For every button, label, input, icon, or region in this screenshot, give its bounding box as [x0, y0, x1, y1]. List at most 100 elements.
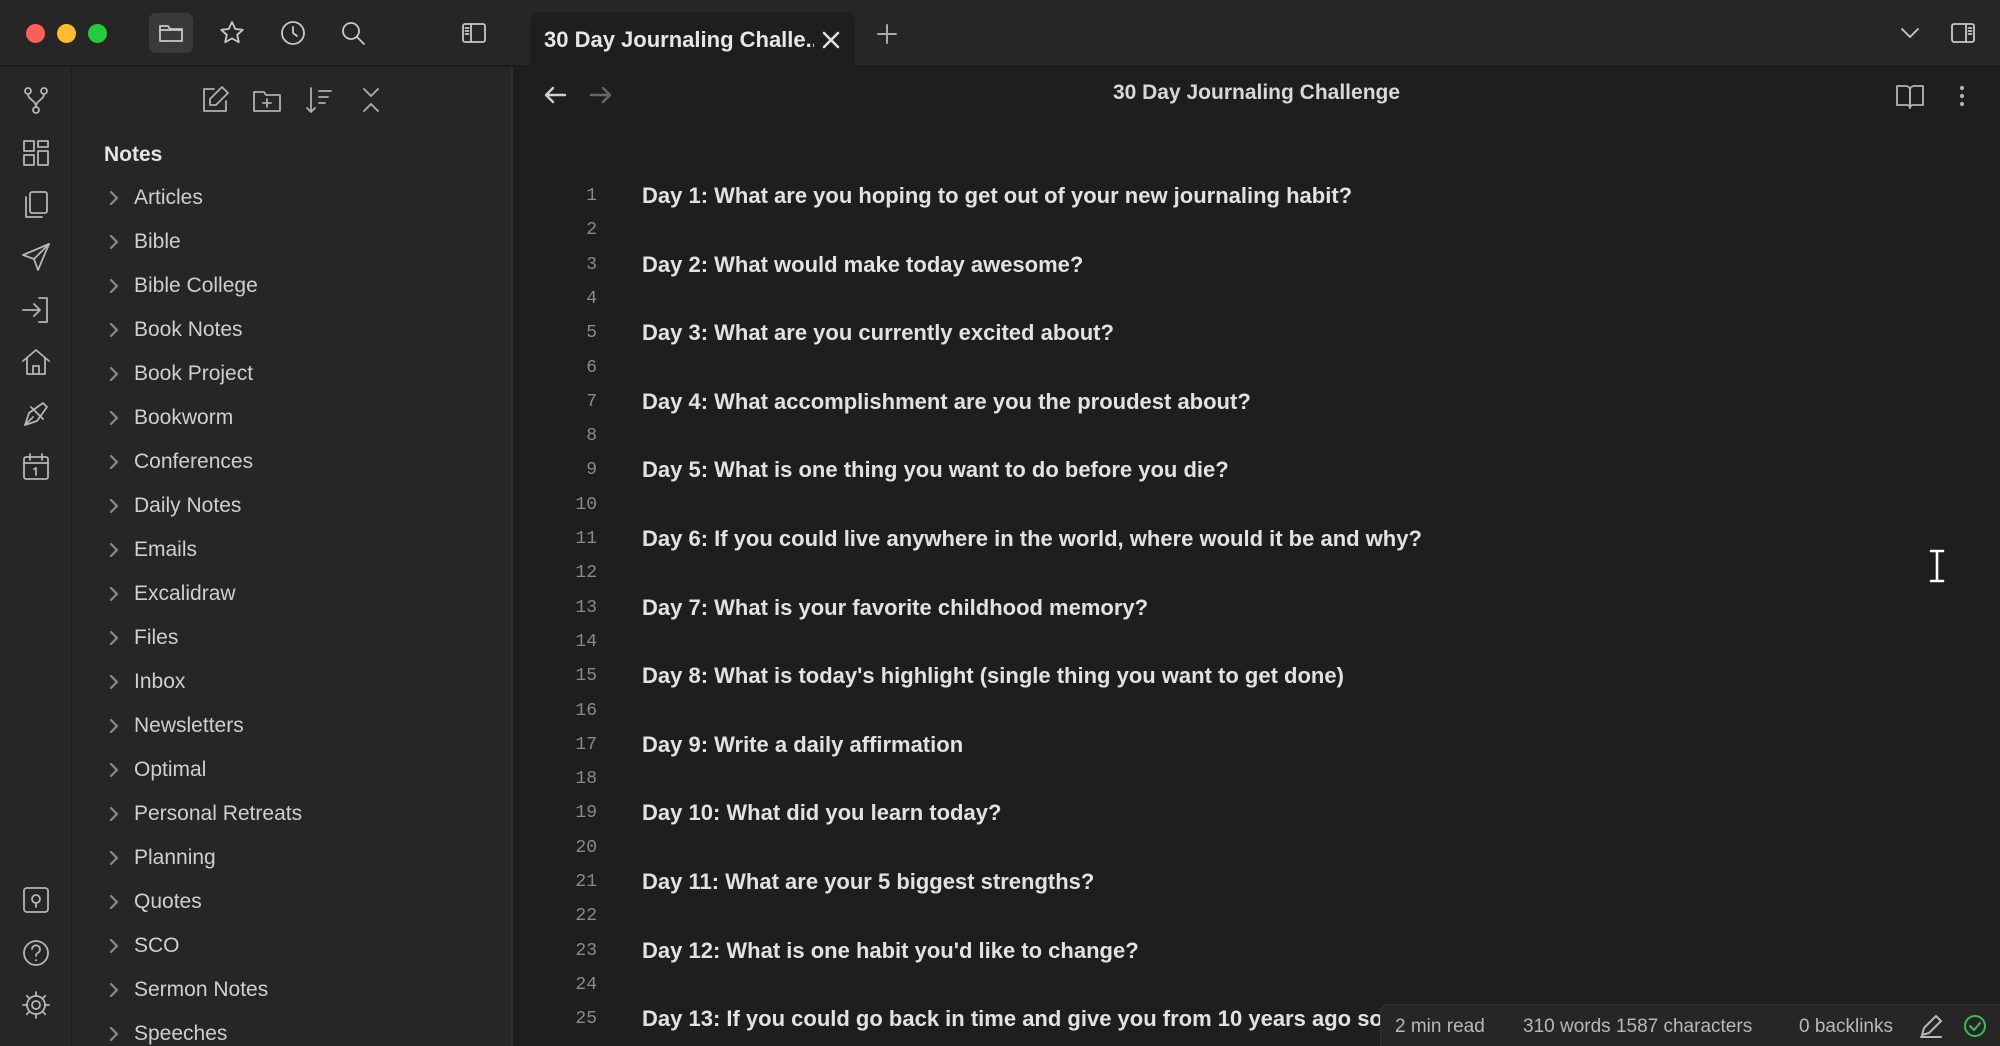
- editor-line[interactable]: 24: [513, 968, 2000, 1002]
- line-text[interactable]: Day 8: What is today's highlight (single…: [642, 663, 1344, 689]
- chevron-right-icon[interactable]: [106, 322, 122, 338]
- folder-item[interactable]: Sermon Notes: [106, 973, 268, 1007]
- chevron-right-icon[interactable]: [106, 542, 122, 558]
- folder-item[interactable]: Files: [106, 621, 178, 655]
- collapse-all-button[interactable]: [354, 83, 392, 121]
- folder-item[interactable]: Optimal: [106, 753, 206, 787]
- more-options-button[interactable]: [1945, 79, 1979, 113]
- new-tab-button[interactable]: [870, 17, 904, 51]
- chevron-right-icon[interactable]: [106, 454, 122, 470]
- chevron-right-icon[interactable]: [106, 498, 122, 514]
- folder-item[interactable]: Emails: [106, 533, 197, 567]
- chevron-right-icon[interactable]: [106, 938, 122, 954]
- folder-item[interactable]: Daily Notes: [106, 489, 241, 523]
- folder-item[interactable]: Conferences: [106, 445, 253, 479]
- tab-active-note[interactable]: 30 Day Journaling Challe...: [530, 12, 855, 67]
- chevron-right-icon[interactable]: [106, 190, 122, 206]
- editor-line[interactable]: 7 Day 4: What accomplishment are you the …: [513, 385, 2000, 419]
- folder-item[interactable]: Book Project: [106, 357, 253, 391]
- folder-item[interactable]: Newsletters: [106, 709, 244, 743]
- tab-list-button[interactable]: [1888, 13, 1932, 53]
- sync-status-button[interactable]: [1962, 1013, 1988, 1039]
- backlinks-count[interactable]: 0 backlinks: [1799, 1016, 1893, 1038]
- folder-item[interactable]: Bookworm: [106, 401, 233, 435]
- files-view-button[interactable]: [149, 13, 193, 53]
- sort-button[interactable]: [302, 83, 340, 121]
- editor-line[interactable]: 5 Day 3: What are you currently excited a…: [513, 316, 2000, 350]
- line-text[interactable]: Day 10: What did you learn today?: [642, 800, 1001, 826]
- editor-line[interactable]: 4: [513, 282, 2000, 316]
- chevron-right-icon[interactable]: [106, 410, 122, 426]
- line-text[interactable]: Day 4: What accomplishment are you the p…: [642, 389, 1251, 415]
- chevron-right-icon[interactable]: [106, 982, 122, 998]
- search-button[interactable]: [331, 13, 375, 53]
- folder-item[interactable]: Excalidraw: [106, 577, 236, 611]
- word-character-count[interactable]: 310 words 1587 characters: [1523, 1016, 1752, 1038]
- editor-line[interactable]: 17 Day 9: Write a daily affirmation: [513, 728, 2000, 762]
- settings-button[interactable]: [19, 988, 53, 1022]
- editor-line[interactable]: 3 Day 2: What would make today awesome?: [513, 248, 2000, 282]
- line-text[interactable]: Day 9: Write a daily affirmation: [642, 732, 963, 758]
- line-text[interactable]: Day 6: If you could live anywhere in the…: [642, 526, 1422, 552]
- editor-line[interactable]: 10: [513, 488, 2000, 522]
- folder-item[interactable]: SCO: [106, 929, 180, 963]
- line-text[interactable]: Day 13: If you could go back in time and…: [642, 1006, 1383, 1032]
- folder-item[interactable]: Book Notes: [106, 313, 243, 347]
- editor-line[interactable]: 1 Day 1: What are you hoping to get out o…: [513, 179, 2000, 213]
- line-text[interactable]: Day 1: What are you hoping to get out of…: [642, 183, 1352, 209]
- editor-line[interactable]: 18: [513, 762, 2000, 796]
- editor-line[interactable]: 23 Day 12: What is one habit you'd like t…: [513, 934, 2000, 968]
- publish-button[interactable]: [19, 240, 53, 274]
- editor-line[interactable]: 19 Day 10: What did you learn today?: [513, 796, 2000, 830]
- import-button[interactable]: [19, 293, 53, 327]
- folder-item[interactable]: Personal Retreats: [106, 797, 302, 831]
- folder-item[interactable]: Bible: [106, 225, 181, 259]
- editor-line[interactable]: 21 Day 11: What are your 5 biggest streng…: [513, 865, 2000, 899]
- line-text[interactable]: Day 3: What are you currently excited ab…: [642, 320, 1114, 346]
- vault-switcher-button[interactable]: [19, 883, 53, 917]
- templates-button[interactable]: [19, 188, 53, 222]
- editor-line[interactable]: 9 Day 5: What is one thing you want to do…: [513, 453, 2000, 487]
- folder-item[interactable]: Quotes: [106, 885, 202, 919]
- chevron-right-icon[interactable]: [106, 586, 122, 602]
- excalidraw-button[interactable]: [19, 397, 53, 431]
- editor-line[interactable]: 16: [513, 694, 2000, 728]
- chevron-right-icon[interactable]: [106, 278, 122, 294]
- chevron-right-icon[interactable]: [106, 762, 122, 778]
- line-text[interactable]: Day 7: What is your favorite childhood m…: [642, 595, 1148, 621]
- editor-line[interactable]: 22: [513, 899, 2000, 933]
- folder-item[interactable]: Speeches: [106, 1017, 227, 1046]
- window-maximize-button[interactable]: [88, 24, 107, 43]
- help-button[interactable]: [19, 936, 53, 970]
- chevron-right-icon[interactable]: [106, 234, 122, 250]
- line-text[interactable]: Day 2: What would make today awesome?: [642, 252, 1083, 278]
- tab-close-button[interactable]: [819, 28, 843, 52]
- daily-note-button[interactable]: [19, 450, 53, 484]
- new-folder-button[interactable]: [250, 83, 288, 121]
- canvas-button[interactable]: [19, 136, 53, 170]
- line-text[interactable]: Day 12: What is one habit you'd like to …: [642, 938, 1139, 964]
- line-text[interactable]: Day 11: What are your 5 biggest strength…: [642, 869, 1094, 895]
- window-minimize-button[interactable]: [57, 24, 76, 43]
- chevron-right-icon[interactable]: [106, 718, 122, 734]
- editor-line[interactable]: 8: [513, 419, 2000, 453]
- editor-line[interactable]: 2: [513, 213, 2000, 247]
- chevron-right-icon[interactable]: [106, 1026, 122, 1042]
- bookmarks-button[interactable]: [210, 13, 254, 53]
- chevron-right-icon[interactable]: [106, 894, 122, 910]
- reading-view-button[interactable]: [1893, 79, 1927, 113]
- line-text[interactable]: Day 5: What is one thing you want to do …: [642, 457, 1229, 483]
- folder-item[interactable]: Bible College: [106, 269, 258, 303]
- window-close-button[interactable]: [26, 24, 45, 43]
- chevron-right-icon[interactable]: [106, 630, 122, 646]
- editor-line[interactable]: 20: [513, 831, 2000, 865]
- editor-line[interactable]: 11 Day 6: If you could live anywhere in t…: [513, 522, 2000, 556]
- editor-line[interactable]: 15 Day 8: What is today's highlight (sing…: [513, 659, 2000, 693]
- folder-item[interactable]: Planning: [106, 841, 216, 875]
- toggle-left-sidebar-button[interactable]: [452, 13, 496, 53]
- chevron-right-icon[interactable]: [106, 850, 122, 866]
- chevron-right-icon[interactable]: [106, 806, 122, 822]
- editor-line[interactable]: 6: [513, 351, 2000, 385]
- recent-files-button[interactable]: [271, 13, 315, 53]
- graph-view-button[interactable]: [19, 83, 53, 117]
